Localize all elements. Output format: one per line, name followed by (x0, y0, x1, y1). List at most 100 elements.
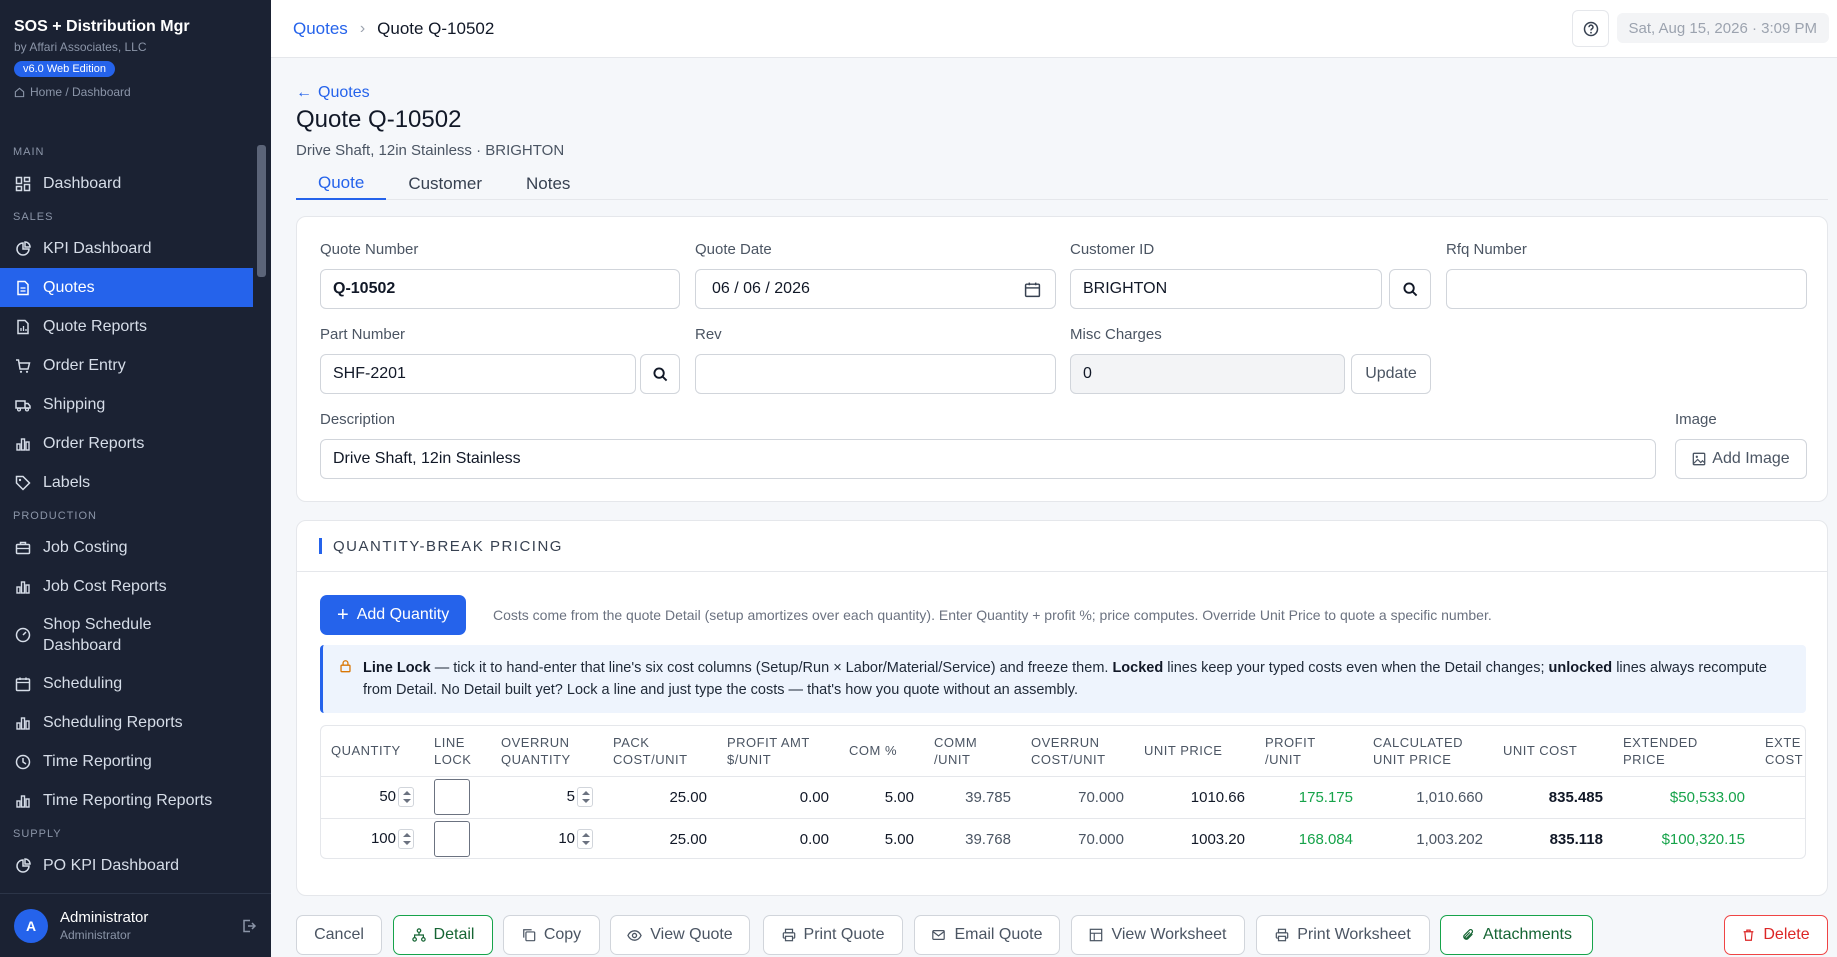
add-image-button[interactable]: Add Image (1675, 439, 1807, 479)
sidebar-item-order-entry[interactable]: Order Entry (0, 346, 253, 385)
rev-label: Rev (695, 326, 722, 343)
help-button[interactable] (1572, 10, 1609, 47)
column-header-line1: EXTENDED (1623, 734, 1698, 750)
sidebar-item-po-kpi-dashboard[interactable]: PO KPI Dashboard (0, 846, 253, 885)
column-header: EXTENDED PRICE (1613, 726, 1755, 776)
customer-id-label: Customer ID (1070, 241, 1155, 258)
cancel-button[interactable]: Cancel (296, 915, 382, 955)
update-button[interactable]: Update (1351, 354, 1431, 394)
sidebar-item-quote-reports[interactable]: Quote Reports (0, 307, 253, 346)
misc-charges-label: Misc Charges (1070, 326, 1162, 343)
attachments-button[interactable]: Attachments (1440, 915, 1593, 955)
quote-date-value: 06 / 06 / 2026 (712, 280, 810, 297)
breadcrumb-quotes[interactable]: Quotes (293, 19, 348, 39)
sidebar-item-quotes[interactable]: Quotes (0, 268, 253, 307)
hierarchy-icon (411, 928, 426, 942)
detail-button[interactable]: Detail (393, 915, 493, 955)
lock-icon (340, 660, 351, 673)
rfq-number-input[interactable] (1446, 269, 1807, 309)
avatar[interactable]: A (14, 908, 48, 943)
notice-locked: Locked (1112, 660, 1164, 676)
column-header-line1: PROFIT (1265, 734, 1316, 750)
line-lock-checkbox[interactable] (434, 779, 470, 815)
bar-chart-icon (16, 580, 30, 594)
stepper-icon[interactable] (398, 829, 414, 850)
line-lock-checkbox[interactable] (434, 821, 470, 858)
report-icon (17, 319, 29, 334)
sidebar-item-job-cost-reports[interactable]: Job Cost Reports (0, 567, 253, 606)
sidebar-item-shipping[interactable]: Shipping (0, 385, 253, 424)
customer-search-button[interactable] (1389, 269, 1431, 309)
back-link[interactable]: ← Quotes (296, 84, 1828, 102)
sidebar-item-label: Job Costing (43, 538, 128, 556)
sidebar-item-label: Labels (43, 473, 91, 491)
sidebar-scrollbar[interactable] (257, 145, 266, 277)
tab-notes[interactable]: Notes (504, 167, 592, 200)
tab-customer[interactable]: Customer (386, 167, 504, 200)
part-search-button[interactable] (640, 354, 680, 394)
quote-date-label: Quote Date (695, 241, 772, 258)
bar-chart-icon (16, 716, 30, 730)
notice-unlocked: unlocked (1548, 660, 1613, 676)
rev-input[interactable] (695, 354, 1056, 394)
sidebar-item-scheduling-reports[interactable]: Scheduling Reports (0, 703, 253, 742)
stepper-icon[interactable] (398, 787, 414, 807)
sidebar-item-dashboard[interactable]: Dashboard (0, 164, 253, 203)
plus-icon: + (337, 604, 349, 626)
copy-button[interactable]: Copy (503, 915, 600, 955)
misc-charges-input[interactable]: 0 (1070, 354, 1345, 394)
quote-number-input[interactable]: Q-10502 (320, 269, 680, 309)
column-header-line1: COM % (849, 743, 897, 759)
nav-section-sales: SALES (13, 211, 54, 223)
table-cell: 25.00 (603, 775, 717, 818)
stepper-icon[interactable] (577, 787, 593, 807)
table-row: 50 5 25.00 0.00 5.00 39.785 70.000 1010.66 175.1… (321, 775, 1805, 818)
email-quote-label: Email Quote (954, 926, 1043, 943)
logout-icon[interactable] (241, 918, 257, 934)
column-header-line1: PACK (613, 734, 650, 750)
quote-date-input[interactable]: 06 / 06 / 2026 (695, 269, 1056, 309)
user-role: Administrator (60, 928, 131, 942)
sidebar-item-time-reporting-reports[interactable]: Time Reporting Reports (0, 781, 253, 820)
datetime-display: Sat, Aug 15, 2026 · 3:09 PM (1616, 13, 1829, 43)
overrun-quantity-value[interactable]: 5 (567, 788, 575, 805)
quantity-value[interactable]: 100 (371, 830, 396, 847)
quantity-cell: 100 (321, 817, 424, 858)
sidebar-item-job-costing[interactable]: Job Costing (0, 528, 253, 567)
table-cell: 1,003.202 (1363, 817, 1493, 858)
delete-button[interactable]: Delete (1724, 915, 1828, 955)
sidebar-item-label-line1: Shop Schedule (43, 616, 152, 633)
sidebar-item-label: Time Reporting (43, 752, 152, 770)
quote-number-label: Quote Number (320, 241, 419, 258)
column-header-line2: QUANTITY (501, 751, 571, 767)
detail-label: Detail (433, 926, 475, 943)
sidebar-nav: MAIN Dashboard SALES KPI Dashboard Quote… (0, 138, 253, 885)
tab-quote[interactable]: Quote (296, 167, 387, 200)
stepper-icon[interactable] (577, 829, 593, 850)
edition-badge: v6.0 Web Edition (14, 61, 115, 77)
description-input[interactable]: Drive Shaft, 12in Stainless (320, 439, 1656, 479)
print-worksheet-button[interactable]: Print Worksheet (1256, 915, 1430, 955)
sidebar-item-order-reports[interactable]: Order Reports (0, 424, 253, 463)
view-quote-button[interactable]: View Quote (610, 915, 750, 955)
column-header: EXTE COST (1755, 726, 1805, 776)
calendar-icon[interactable] (1024, 281, 1041, 298)
paperclip-icon (1463, 929, 1474, 940)
sidebar-item-kpi-dashboard[interactable]: KPI Dashboard (0, 229, 253, 268)
topbar: Quotes › Quote Q-10502 Sat, Aug 15, 2026… (271, 0, 1837, 58)
overrun-quantity-value[interactable]: 10 (558, 830, 575, 847)
print-quote-button[interactable]: Print Quote (763, 915, 903, 955)
view-worksheet-button[interactable]: View Worksheet (1071, 915, 1245, 955)
quantity-value[interactable]: 50 (379, 788, 396, 805)
home-breadcrumb[interactable]: Home / Dashboard (14, 85, 257, 99)
add-quantity-button[interactable]: + Add Quantity (320, 595, 467, 635)
add-quantity-label: Add Quantity (356, 606, 450, 623)
customer-id-input[interactable]: BRIGHTON (1070, 269, 1382, 309)
sidebar-item-scheduling[interactable]: Scheduling (0, 664, 253, 703)
sidebar-item-labels[interactable]: Labels (0, 463, 253, 502)
sidebar-item-time-reporting[interactable]: Time Reporting (0, 742, 253, 781)
clock-icon (15, 754, 31, 769)
sidebar-item-shop-schedule-dashboard[interactable]: Shop Schedule Dashboard (0, 606, 253, 664)
email-quote-button[interactable]: Email Quote (914, 915, 1060, 955)
part-number-input[interactable]: SHF-2201 (320, 354, 636, 394)
